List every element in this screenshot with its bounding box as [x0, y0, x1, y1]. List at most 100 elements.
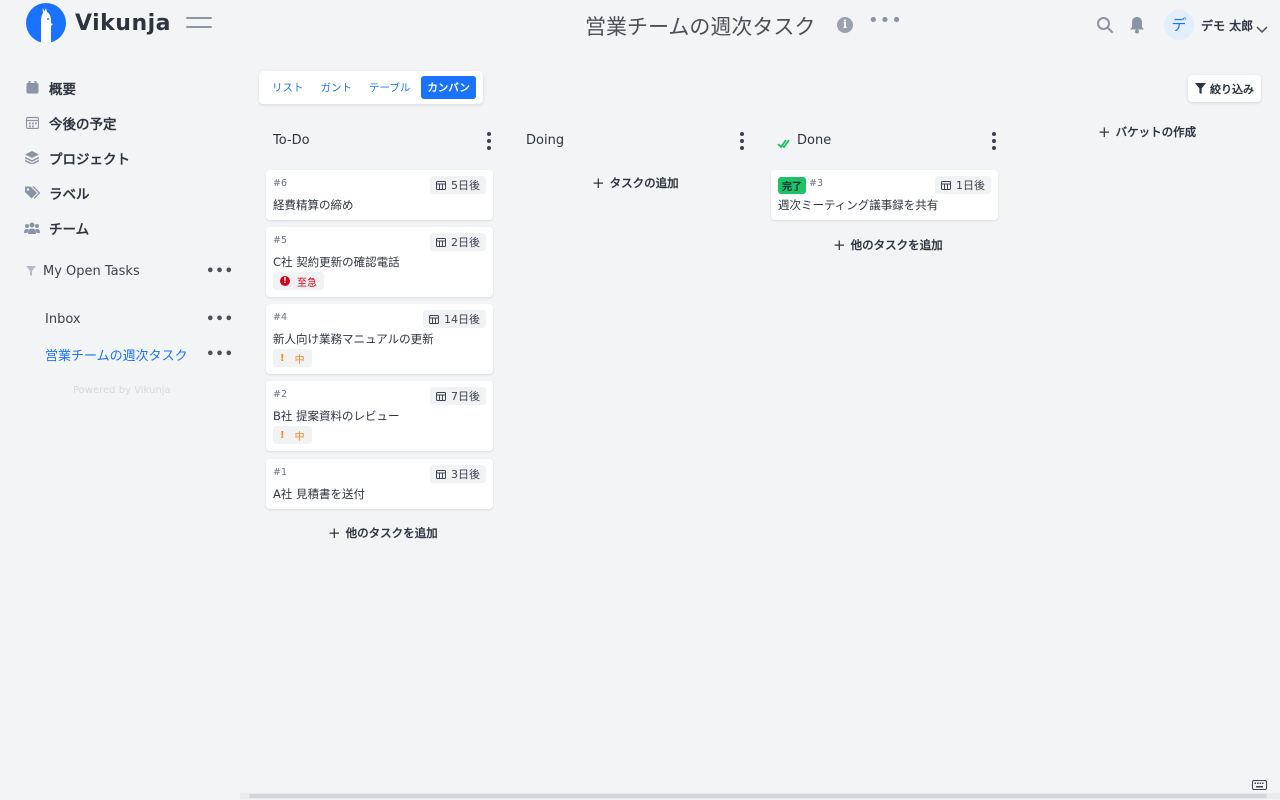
view-table-button[interactable]: テーブル — [363, 76, 416, 99]
view-list-button[interactable]: リスト — [266, 76, 310, 99]
due-date-text: 1日後 — [956, 179, 985, 192]
task-title: 経費精算の締め — [273, 198, 354, 212]
done-badge: 完了 — [778, 177, 806, 194]
bucket-title[interactable]: Doing — [526, 133, 564, 148]
sidebar-item-overview[interactable]: 概要 — [24, 70, 130, 105]
task-id: #4 — [273, 312, 288, 323]
priority-label: 至急 — [297, 277, 317, 289]
users-icon — [24, 220, 40, 236]
view-gantt-button[interactable]: ガント — [315, 76, 359, 99]
avatar[interactable]: デ — [1164, 10, 1194, 40]
calendar-grid-icon — [24, 115, 40, 131]
due-date-text: 2日後 — [451, 236, 480, 249]
task-id: #6 — [273, 178, 288, 189]
check-double-icon — [777, 134, 790, 153]
create-bucket-label: バケットの作成 — [1115, 125, 1197, 139]
plus-icon: + — [1098, 123, 1111, 141]
due-date-text: 14日後 — [444, 313, 480, 326]
menu-toggle-button[interactable] — [186, 17, 212, 33]
due-date-badge: 5日後 — [430, 176, 486, 194]
task-card[interactable]: #4 14日後 新人向け業務マニュアルの更新 ! 中 — [266, 304, 493, 374]
llama-logo-icon — [26, 3, 66, 43]
powered-by-text[interactable]: Powered by Vikunja — [73, 385, 171, 396]
sidebar-item-teams[interactable]: チーム — [24, 210, 130, 245]
horizontal-scrollbar-thumb[interactable] — [249, 794, 1267, 798]
sidebar-item-label: ラベル — [49, 186, 90, 203]
vikunja-logo[interactable]: Vikunja — [26, 3, 171, 43]
calendar-icon — [429, 315, 439, 324]
due-date-badge: 2日後 — [430, 233, 486, 251]
project-list: My Open Tasks ••• Inbox ••• 営業チームの週次タスク … — [26, 258, 238, 367]
project-more-button[interactable]: ••• — [206, 312, 238, 327]
tags-icon — [24, 185, 40, 201]
task-id: #5 — [273, 235, 288, 246]
bucket-header: Doing — [519, 126, 749, 156]
task-id: #3 — [809, 178, 824, 189]
plus-icon: + — [592, 174, 605, 192]
bucket-todo: To-Do #6 5日後 経費精算の締め #5 2日後 C社 契約更新の確認電話… — [266, 126, 496, 542]
bucket-title[interactable]: To-Do — [273, 133, 310, 148]
sidebar-item-projects[interactable]: プロジェクト — [24, 140, 130, 175]
keyboard-icon[interactable] — [1252, 775, 1267, 794]
task-card[interactable]: 完了 #3 1日後 週次ミーティング議事録を共有 — [771, 170, 998, 220]
due-date-badge: 3日後 — [430, 465, 486, 483]
calendar-icon — [436, 181, 446, 190]
project-label: Inbox — [45, 311, 81, 327]
search-icon[interactable] — [1096, 16, 1114, 38]
sidebar-item-upcoming[interactable]: 今後の予定 — [24, 105, 130, 140]
calendar-icon — [436, 238, 446, 247]
add-task-label: 他のタスクを追加 — [850, 238, 943, 252]
add-task-label: 他のタスクを追加 — [345, 526, 438, 540]
view-kanban-button[interactable]: カンバン — [421, 76, 476, 99]
priority-badge: ! 中 — [273, 349, 312, 367]
task-card[interactable]: #5 2日後 C社 契約更新の確認電話 ! 至急 — [266, 227, 493, 297]
sidebar-item-label: 概要 — [49, 81, 76, 98]
due-date-badge: 1日後 — [935, 176, 991, 194]
task-card[interactable]: #6 5日後 経費精算の締め — [266, 170, 493, 220]
priority-badge: ! 至急 — [273, 272, 324, 290]
page-title: 営業チームの週次タスク — [585, 15, 816, 39]
bucket-menu-button[interactable] — [740, 132, 744, 153]
plus-icon: + — [328, 524, 341, 542]
due-date-text: 5日後 — [451, 179, 480, 192]
sidebar-item-label: 今後の予定 — [49, 116, 117, 133]
sidebar-project-sales-weekly[interactable]: 営業チームの週次タスク ••• — [26, 341, 238, 367]
add-task-button[interactable]: + タスクの追加 — [592, 174, 679, 192]
task-title: B社 提案資料のレビュー — [273, 409, 400, 423]
filter-icon — [1195, 83, 1206, 94]
add-task-button[interactable]: + 他のタスクを追加 — [328, 524, 438, 542]
create-bucket-button[interactable]: + バケットの作成 — [1098, 123, 1196, 141]
calendar-icon — [436, 470, 446, 479]
sidebar-project-inbox[interactable]: Inbox ••• — [26, 306, 238, 332]
sidebar-item-label: チーム — [49, 221, 90, 238]
add-task-label: タスクの追加 — [609, 176, 679, 190]
bucket-title[interactable]: Done — [797, 133, 831, 148]
due-date-badge: 7日後 — [430, 387, 486, 405]
project-more-button[interactable]: ••• — [206, 264, 238, 279]
user-name[interactable]: デモ 太郎 — [1201, 17, 1253, 34]
due-date-text: 3日後 — [451, 468, 480, 481]
bucket-menu-button[interactable] — [992, 132, 996, 153]
bucket-header: To-Do — [266, 126, 496, 156]
saved-filter-my-open-tasks[interactable]: My Open Tasks ••• — [26, 258, 238, 284]
info-icon[interactable]: i — [837, 17, 853, 33]
exclamation-circle-icon: ! — [280, 276, 290, 286]
sidebar-item-labels[interactable]: ラベル — [24, 175, 130, 210]
task-title: 新人向け業務マニュアルの更新 — [273, 332, 434, 346]
exclamation-icon: ! — [280, 429, 285, 441]
bucket-menu-button[interactable] — [487, 132, 491, 153]
task-title: C社 契約更新の確認電話 — [273, 255, 400, 269]
project-more-button[interactable]: ••• — [206, 347, 238, 362]
task-card[interactable]: #2 7日後 B社 提案資料のレビュー ! 中 — [266, 381, 493, 451]
bucket-header: Done — [771, 126, 1001, 156]
filter-label: 絞り込み — [1210, 82, 1254, 96]
filter-button[interactable]: 絞り込み — [1188, 75, 1261, 102]
add-task-button[interactable]: + 他のタスクを追加 — [833, 236, 943, 254]
bell-icon[interactable] — [1129, 16, 1145, 38]
task-card[interactable]: #1 3日後 A社 見積書を送付 — [266, 459, 493, 509]
project-more-button[interactable]: ••• — [868, 10, 903, 31]
task-id: #2 — [273, 389, 288, 400]
chevron-down-icon[interactable] — [1256, 19, 1268, 38]
due-date-text: 7日後 — [451, 390, 480, 403]
task-id: #1 — [273, 467, 288, 478]
